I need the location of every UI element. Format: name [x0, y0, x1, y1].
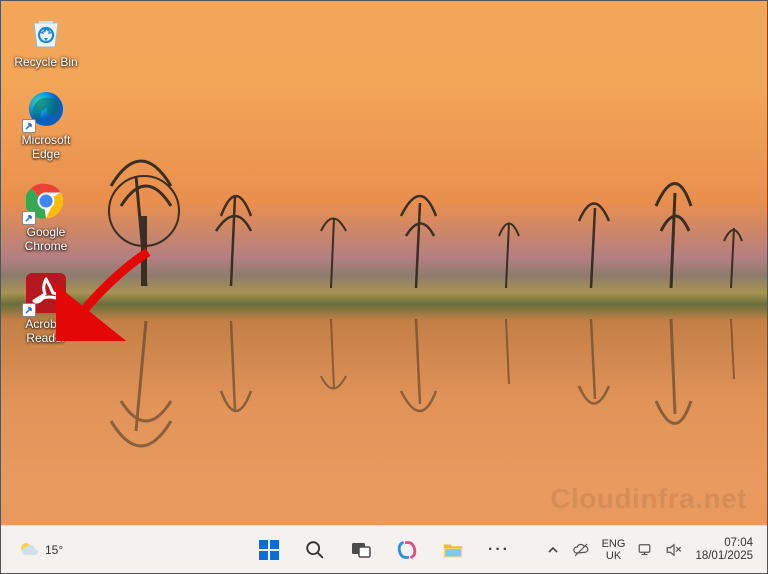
network-tray[interactable]	[635, 535, 657, 565]
cloud-slash-icon	[572, 541, 590, 559]
chevron-up-icon	[547, 544, 559, 556]
overflow-icon: ···	[488, 541, 510, 559]
weather-temp: 15°	[45, 543, 63, 557]
volume-tray[interactable]	[663, 535, 685, 565]
taskbar: 15°	[1, 525, 767, 573]
shortcut-arrow-icon	[22, 303, 36, 317]
copilot-button[interactable]	[387, 530, 427, 570]
onedrive-tray[interactable]	[570, 535, 592, 565]
volume-mute-icon	[665, 541, 683, 559]
taskbar-overflow-button[interactable]: ···	[479, 530, 519, 570]
folder-icon	[442, 539, 464, 561]
file-explorer-button[interactable]	[433, 530, 473, 570]
chrome-label: Google Chrome	[25, 225, 68, 253]
clock[interactable]: 07:04 18/01/2025	[691, 535, 757, 565]
taskbar-center: ···	[249, 530, 519, 570]
wallpaper-trees	[1, 116, 768, 316]
clock-time: 07:04	[724, 537, 753, 550]
watermark-text: Cloudinfra.net	[550, 483, 747, 515]
tray-chevron-button[interactable]	[542, 535, 564, 565]
acrobat-icon	[24, 271, 68, 315]
copilot-icon	[396, 539, 418, 561]
system-tray: ENG UK 07:04 18/01/2025	[542, 535, 767, 565]
network-icon	[637, 541, 655, 559]
recycle-bin[interactable]: Recycle Bin	[7, 7, 85, 71]
acrobat-reader[interactable]: Acrobat Reader	[7, 269, 85, 347]
google-chrome[interactable]: Google Chrome	[7, 177, 85, 255]
windows-logo-icon	[258, 539, 280, 561]
shortcut-arrow-icon	[22, 211, 36, 225]
desktop-icon-grid: Recycle Bin Microsoft Edge	[7, 7, 85, 347]
search-button[interactable]	[295, 530, 335, 570]
lang-line2: UK	[606, 550, 621, 562]
weather-widget[interactable]: 15°	[11, 534, 69, 566]
chrome-icon	[24, 179, 68, 223]
edge-icon	[24, 87, 68, 131]
weather-icon	[17, 538, 41, 562]
task-view-icon	[351, 540, 371, 560]
language-indicator[interactable]: ENG UK	[598, 536, 630, 564]
desktop: Cloudinfra.net Recycle Bin	[0, 0, 768, 574]
recycle-bin-icon	[24, 9, 68, 53]
microsoft-edge[interactable]: Microsoft Edge	[7, 85, 85, 163]
search-icon	[304, 539, 326, 561]
acrobat-label: Acrobat Reader	[25, 317, 66, 345]
edge-label: Microsoft Edge	[22, 133, 71, 161]
shortcut-arrow-icon	[22, 119, 36, 133]
recycle-bin-label: Recycle Bin	[14, 55, 77, 69]
start-button[interactable]	[249, 530, 289, 570]
lang-line1: ENG	[602, 538, 626, 550]
task-view-button[interactable]	[341, 530, 381, 570]
clock-date: 18/01/2025	[695, 550, 753, 563]
